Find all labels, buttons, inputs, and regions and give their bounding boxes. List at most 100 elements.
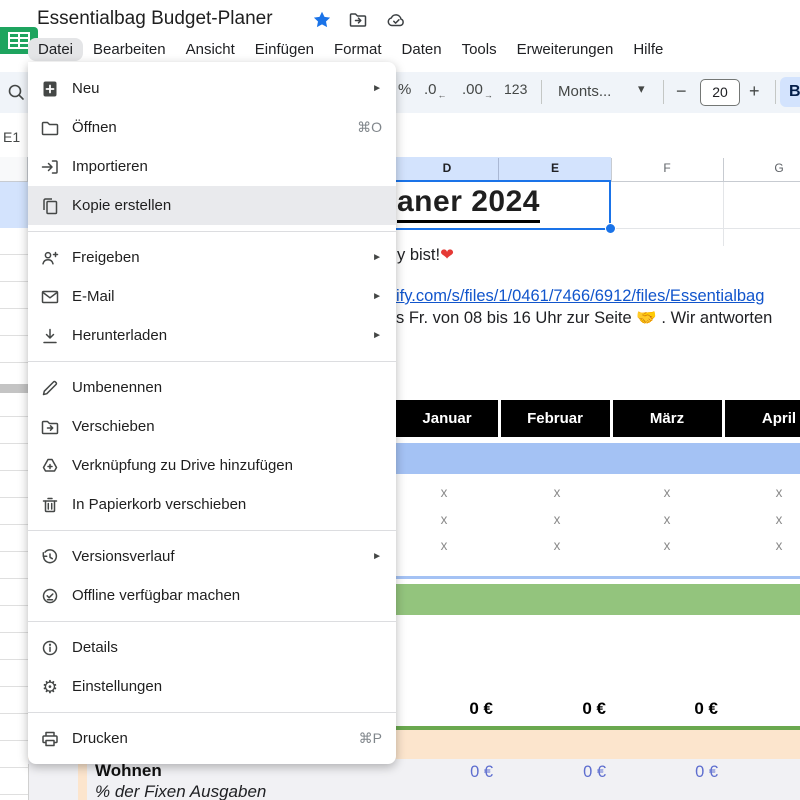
chevron-down-icon[interactable]: ▾ xyxy=(638,81,645,97)
menu-tools[interactable]: Tools xyxy=(452,38,507,61)
menu-item-umbenennen[interactable]: Umbenennen xyxy=(28,368,396,407)
cell-x[interactable]: x xyxy=(547,538,567,553)
toolbar-divider xyxy=(775,80,776,104)
menu-ansicht[interactable]: Ansicht xyxy=(176,38,245,61)
menu-item-verschieben[interactable]: Verschieben xyxy=(28,407,396,446)
menu-daten[interactable]: Daten xyxy=(392,38,452,61)
column-header-e[interactable]: E xyxy=(535,161,575,175)
cell-x[interactable]: x xyxy=(434,512,454,527)
bold-button[interactable]: B xyxy=(780,77,800,107)
row-header-strip[interactable] xyxy=(0,228,28,800)
menu-format[interactable]: Format xyxy=(324,38,392,61)
wohnen-cell[interactable]: Wohnen xyxy=(95,761,162,781)
header-gridline xyxy=(611,158,612,181)
share-person-icon xyxy=(40,248,60,268)
gridline xyxy=(611,228,800,229)
star-icon[interactable] xyxy=(312,10,332,30)
search-icon[interactable] xyxy=(6,82,26,102)
menu-item-offline[interactable]: Offline verfügbar machen xyxy=(28,576,396,615)
font-size-input[interactable]: 20 xyxy=(700,79,740,106)
submenu-arrow-icon: ► xyxy=(372,551,382,562)
menu-erweiterungen[interactable]: Erweiterungen xyxy=(507,38,624,61)
corner-header-cell[interactable] xyxy=(0,157,28,182)
toolbar-divider xyxy=(663,80,664,104)
cell-x[interactable]: x xyxy=(657,485,677,500)
intro-cell[interactable]: y bist!❤ xyxy=(397,245,454,265)
menu-item-neu[interactable]: Neu ► xyxy=(28,69,396,108)
menu-datei[interactable]: Datei xyxy=(28,38,83,61)
menu-item-drucken[interactable]: Drucken ⌘P xyxy=(28,719,396,758)
percent-row-cell[interactable]: % der Fixen Ausgaben xyxy=(95,782,266,800)
move-to-folder-icon[interactable] xyxy=(348,10,368,30)
cell-x[interactable]: x xyxy=(434,538,454,553)
total-cell[interactable]: 0 € xyxy=(438,699,493,719)
cell-x[interactable]: x xyxy=(769,538,789,553)
menu-item-papierkorb[interactable]: In Papierkorb verschieben xyxy=(28,485,396,524)
document-title[interactable]: Essentialbag Budget-Planer xyxy=(37,8,273,30)
cell-x[interactable]: x xyxy=(769,485,789,500)
pencil-icon xyxy=(40,378,60,398)
left-arrow-icon: ← xyxy=(438,90,447,100)
submenu-arrow-icon: ► xyxy=(372,330,382,341)
support-cell[interactable]: s Fr. von 08 bis 16 Uhr zur Seite 🤝 . Wi… xyxy=(396,309,772,328)
cell-x[interactable]: x xyxy=(657,538,677,553)
gridline xyxy=(723,182,724,246)
trash-icon xyxy=(40,495,60,515)
info-icon xyxy=(40,638,60,658)
menu-item-versionsverlauf[interactable]: Versionsverlauf ► xyxy=(28,537,396,576)
decrease-font-size-button[interactable]: − xyxy=(676,81,687,102)
toolbar-divider xyxy=(541,80,542,104)
number-format-button[interactable]: 123 xyxy=(504,81,527,97)
menu-separator xyxy=(28,231,396,232)
history-icon xyxy=(40,547,60,567)
increase-font-size-button[interactable]: + xyxy=(749,81,760,102)
menu-item-importieren[interactable]: Importieren xyxy=(28,147,396,186)
menu-item-freigeben[interactable]: Freigeben ► xyxy=(28,238,396,277)
cell-x[interactable]: x xyxy=(769,512,789,527)
name-box[interactable]: E1 xyxy=(3,129,20,145)
increase-decimal-button[interactable]: .00→ xyxy=(462,81,492,98)
fill-handle[interactable] xyxy=(605,223,616,234)
month-label: April xyxy=(724,400,800,437)
printer-icon xyxy=(40,729,60,749)
menu-item-oeffnen[interactable]: Öffnen ⌘O xyxy=(28,108,396,147)
column-header-d[interactable]: D xyxy=(427,161,467,175)
menu-item-kopie-erstellen[interactable]: Kopie erstellen xyxy=(28,186,396,225)
submenu-arrow-icon: ► xyxy=(372,83,382,94)
menu-item-drive-verknuepfung[interactable]: Verknüpfung zu Drive hinzufügen xyxy=(28,446,396,485)
value-cell[interactable]: 0 € xyxy=(551,763,606,782)
value-cell[interactable]: 0 € xyxy=(438,763,493,782)
envelope-icon xyxy=(40,287,60,307)
menu-separator xyxy=(28,712,396,713)
submenu-arrow-icon: ► xyxy=(372,252,382,263)
offline-check-icon xyxy=(40,586,60,606)
column-header-f[interactable]: F xyxy=(647,161,687,175)
value-cell[interactable]: 0 € xyxy=(663,763,718,782)
decrease-decimal-button[interactable]: .0← xyxy=(424,81,446,98)
menu-hilfe[interactable]: Hilfe xyxy=(623,38,673,61)
menu-item-herunterladen[interactable]: Herunterladen ► xyxy=(28,316,396,355)
font-family-select[interactable]: Monts... xyxy=(558,83,611,100)
total-cell[interactable]: 0 € xyxy=(663,699,718,719)
cloud-saved-icon[interactable] xyxy=(386,10,406,30)
cell-x[interactable]: x xyxy=(547,485,567,500)
move-folder-icon xyxy=(40,417,60,437)
column-header-g[interactable]: G xyxy=(759,161,799,175)
cell-x[interactable]: x xyxy=(547,512,567,527)
menu-item-details[interactable]: Details xyxy=(28,628,396,667)
row-header-1[interactable] xyxy=(0,182,28,229)
month-label: Februar xyxy=(500,400,610,437)
menu-separator xyxy=(28,621,396,622)
download-icon xyxy=(40,326,60,346)
menu-einfuegen[interactable]: Einfügen xyxy=(245,38,324,61)
percent-format-button[interactable]: % xyxy=(398,81,411,98)
cell-x[interactable]: x xyxy=(434,485,454,500)
cell-x[interactable]: x xyxy=(657,512,677,527)
header-gridline xyxy=(498,158,499,181)
menu-item-email[interactable]: E-Mail ► xyxy=(28,277,396,316)
file-link[interactable]: ify.com/s/files/1/0461/7466/6912/files/E… xyxy=(396,287,764,306)
menu-bearbeiten[interactable]: Bearbeiten xyxy=(83,38,176,61)
header-gridline xyxy=(723,158,724,181)
menu-item-einstellungen[interactable]: ⚙ Einstellungen xyxy=(28,667,396,706)
total-cell[interactable]: 0 € xyxy=(551,699,606,719)
